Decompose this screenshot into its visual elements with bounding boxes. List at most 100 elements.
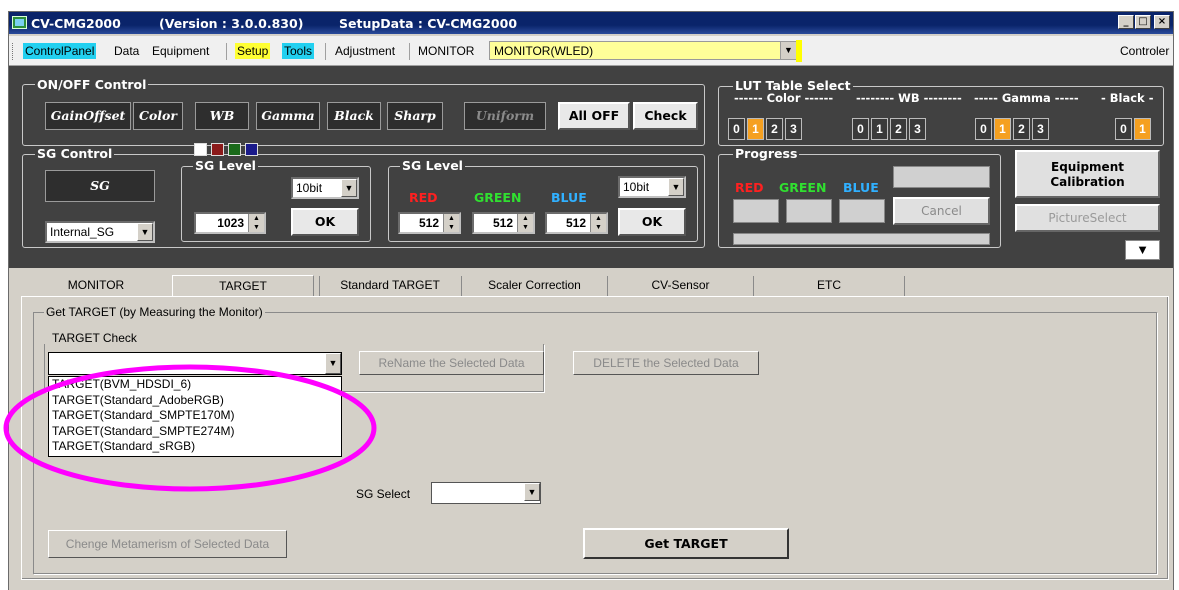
down-arrow-icon[interactable]: ▼ [1125, 240, 1160, 260]
lut-black-label: - Black - [1101, 91, 1154, 105]
title-bar: CV-CMG2000 (Version : 3.0.0.830) SetupDa… [9, 12, 1173, 34]
lut-color-0-button[interactable]: 0 [728, 118, 745, 140]
menu-setup[interactable]: Setup [235, 43, 271, 59]
lut-wb-1-button[interactable]: 1 [871, 118, 888, 140]
chevron-down-icon[interactable]: ▼ [668, 178, 684, 196]
gamma-button[interactable]: Gamma [256, 102, 320, 130]
close-button[interactable]: × [1154, 15, 1170, 29]
chevron-down-icon[interactable]: ▼ [524, 483, 540, 501]
red-swatch[interactable] [211, 143, 224, 156]
sharp-button[interactable]: Sharp [387, 102, 443, 130]
list-item[interactable]: TARGET(Standard_SMPTE170M) [49, 408, 341, 424]
green-value-stepper[interactable]: 512 ▲ ▼ [472, 212, 535, 234]
rename-selected-data-button[interactable]: ReName the Selected Data [359, 351, 544, 375]
lut-wb-3-button[interactable]: 3 [909, 118, 926, 140]
get-target-button[interactable]: Get TARGET [583, 528, 789, 559]
tab-target[interactable]: TARGET [172, 275, 314, 297]
monitor-select-value: MONITOR(WLED) [494, 44, 594, 58]
progress-red-box [733, 199, 779, 223]
gainoffset-button[interactable]: GainOffset [45, 102, 131, 130]
menu-separator [409, 43, 410, 60]
red-value-stepper[interactable]: 512 ▲ ▼ [398, 212, 461, 234]
monitor-select[interactable]: MONITOR(WLED) ▼ [489, 41, 797, 60]
lut-wb-0-button[interactable]: 0 [852, 118, 869, 140]
list-item[interactable]: TARGET(Standard_AdobeRGB) [49, 393, 341, 409]
delete-selected-data-button[interactable]: DELETE the Selected Data [573, 351, 759, 375]
tab-standard-target[interactable]: Standard TARGET [320, 275, 460, 297]
tab-scaler-correction[interactable]: Scaler Correction [462, 275, 607, 297]
all-off-button[interactable]: All OFF [558, 102, 630, 130]
spin-arrows-icon[interactable]: ▲ ▼ [517, 214, 533, 232]
menu-controlpanel[interactable]: ControlPanel [23, 43, 97, 59]
menu-controler[interactable]: Controler [1120, 44, 1169, 58]
lut-gamma-0-button[interactable]: 0 [975, 118, 992, 140]
minimize-button[interactable]: _ [1118, 15, 1134, 29]
check-button[interactable]: Check [633, 102, 698, 130]
maximize-button[interactable]: □ [1135, 15, 1151, 29]
list-item[interactable]: TARGET(BVM_HDSDI_6) [49, 377, 341, 393]
spin-arrows-icon[interactable]: ▲ ▼ [443, 214, 459, 232]
progress-bar [733, 233, 990, 245]
menu-monitor[interactable]: MONITOR [418, 44, 474, 58]
sg-select[interactable]: ▼ [431, 482, 541, 504]
list-item[interactable]: TARGET(Standard_SMPTE274M) [49, 424, 341, 440]
lut-color-label: ------ Color ------ [734, 91, 834, 105]
lut-gamma-1-button[interactable]: 1 [994, 118, 1011, 140]
progress-red-label: RED [735, 180, 764, 195]
chevron-down-icon[interactable]: ▼ [325, 353, 341, 374]
target-dropdown-list[interactable]: TARGET(BVM_HDSDI_6) TARGET(Standard_Adob… [48, 376, 342, 457]
sg-bit-select-2[interactable]: 10bit ▼ [618, 176, 686, 198]
tab-etc[interactable]: ETC [754, 275, 904, 297]
menu-data[interactable]: Data [114, 44, 139, 58]
menu-tools[interactable]: Tools [282, 43, 315, 59]
color-button[interactable]: Color [133, 102, 183, 130]
tab-separator [904, 276, 905, 296]
progress-status-box [893, 166, 990, 188]
equipment-calibration-button[interactable]: Equipment Calibration [1015, 150, 1160, 198]
menu-bar: ControlPanel Data Equipment Setup Tools … [9, 36, 1173, 66]
sg-level-ok-button[interactable]: OK [291, 208, 359, 236]
lut-gamma-2-button[interactable]: 2 [1013, 118, 1030, 140]
progress-blue-label: BLUE [843, 180, 879, 195]
white-swatch[interactable] [194, 143, 207, 156]
wb-button[interactable]: WB [195, 102, 249, 130]
lut-gamma-3-button[interactable]: 3 [1032, 118, 1049, 140]
cancel-button[interactable]: Cancel [893, 197, 990, 225]
blue-value-stepper[interactable]: 512 ▲ ▼ [545, 212, 608, 234]
tab-monitor[interactable]: MONITOR [21, 275, 171, 297]
lut-wb-2-button[interactable]: 2 [890, 118, 907, 140]
spin-arrows-icon[interactable]: ▲ ▼ [590, 214, 606, 232]
tab-separator [319, 276, 320, 296]
green-swatch[interactable] [228, 143, 241, 156]
blue-swatch[interactable] [245, 143, 258, 156]
change-metamerism-button[interactable]: Chenge Metamerism of Selected Data [48, 530, 287, 558]
highlight-marker [796, 40, 802, 62]
menu-equipment[interactable]: Equipment [152, 44, 209, 58]
menu-adjustment[interactable]: Adjustment [335, 44, 395, 58]
spin-arrows-icon[interactable]: ▲ ▼ [248, 214, 264, 232]
lut-black-0-button[interactable]: 0 [1115, 118, 1132, 140]
uniform-button[interactable]: Uniform [464, 102, 546, 130]
sg-bit-value-1: 10bit [296, 181, 323, 195]
progress-title: Progress [733, 146, 800, 161]
list-item[interactable]: TARGET(Standard_sRGB) [49, 439, 341, 455]
chevron-down-icon[interactable]: ▼ [341, 179, 357, 197]
picture-select-button[interactable]: PictureSelect [1015, 204, 1160, 232]
sg-rgb-ok-button[interactable]: OK [618, 208, 686, 236]
sg-level-stepper[interactable]: 1023 ▲ ▼ [194, 212, 266, 234]
lut-black-1-button[interactable]: 1 [1134, 118, 1151, 140]
sg-source-select[interactable]: Internal_SG ▼ [45, 221, 155, 243]
app-version: (Version : 3.0.0.830) [159, 16, 304, 31]
lut-color-2-button[interactable]: 2 [766, 118, 783, 140]
lut-color-1-button[interactable]: 1 [747, 118, 764, 140]
sg-bit-select-1[interactable]: 10bit ▼ [291, 177, 359, 199]
tab-cv-sensor[interactable]: CV-Sensor [608, 275, 753, 297]
lut-color-3-button[interactable]: 3 [785, 118, 802, 140]
target-select[interactable]: ▼ [48, 352, 342, 375]
sg-button[interactable]: SG [45, 170, 155, 202]
red-label: RED [409, 190, 438, 205]
black-button[interactable]: Black [327, 102, 381, 130]
chevron-down-icon[interactable]: ▼ [780, 42, 796, 59]
chevron-down-icon[interactable]: ▼ [137, 223, 153, 241]
green-value: 512 [492, 216, 513, 230]
